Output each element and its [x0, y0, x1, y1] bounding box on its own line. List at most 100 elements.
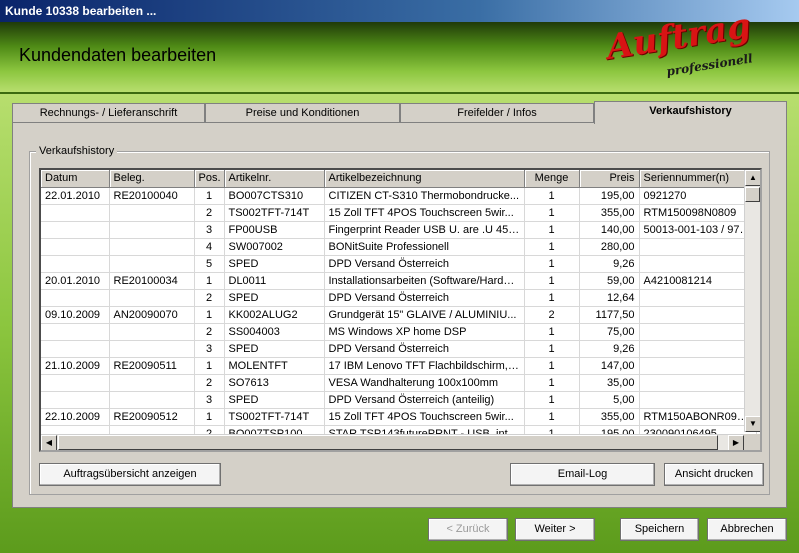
scroll-down-icon[interactable]: ▼	[745, 416, 760, 432]
cell-article-desc: BONitSuite Professionell	[324, 238, 525, 256]
tab-prices-conditions[interactable]: Preise und Konditionen	[205, 103, 400, 123]
table-row[interactable]: 21.10.2009 RE20090511 1 MOLENTFT 17 IBM Leno…	[41, 357, 757, 375]
sales-history-grid[interactable]: Datum Beleg. Pos. Artikelnr. Artikelbeze…	[39, 168, 762, 452]
cell-position: 5	[194, 255, 225, 273]
cell-price: 280,00	[579, 238, 640, 256]
cell-article-no: SW007002	[224, 238, 325, 256]
vertical-scrollbar[interactable]: ▲ ▼	[744, 170, 760, 432]
sales-history-group: Verkaufshistory Datum Beleg. Pos. Artike…	[29, 145, 770, 495]
cell-article-desc: 17 IBM Lenovo TFT Flachbildschirm, ...	[324, 357, 525, 375]
table-row[interactable]: 3 SPED DPD Versand Österreich 1 9,26	[41, 340, 757, 358]
table-row[interactable]: 20.01.2010 RE20100034 1 DL0011 Installations…	[41, 272, 757, 290]
table-row[interactable]: 2 SS004003 MS Windows XP home DSP 1 75,00	[41, 323, 757, 341]
col-header-position[interactable]: Pos.	[194, 170, 225, 188]
cell-serial: 50013-001-103 / 9700	[639, 221, 757, 239]
cell-date: 09.10.2009	[41, 306, 110, 324]
cell-price: 5,00	[579, 391, 640, 409]
table-row[interactable]: 3 SPED DPD Versand Österreich (anteilig) 1 5…	[41, 391, 757, 409]
cell-position: 2	[194, 323, 225, 341]
horizontal-scrollbar[interactable]: ◀ ▶	[41, 434, 744, 450]
cell-document: RE20090512	[109, 408, 195, 426]
cell-price: 140,00	[579, 221, 640, 239]
cell-price: 1177,50	[579, 306, 640, 324]
cell-article-no: MOLENTFT	[224, 357, 325, 375]
col-header-quantity[interactable]: Menge	[524, 170, 580, 188]
table-row[interactable]: 09.10.2009 AN20090070 1 KK002ALUG2 Grundgerä…	[41, 306, 757, 324]
col-header-serial[interactable]: Seriennummer(n)	[639, 170, 757, 188]
cell-document	[109, 289, 195, 307]
cell-article-desc: 15 Zoll TFT 4POS Touchscreen 5wir...	[324, 204, 525, 222]
tab-custom-fields[interactable]: Freifelder / Infos	[400, 103, 594, 123]
cell-article-desc: Grundgerät 15" GLAIVE / ALUMINIU...	[324, 306, 525, 324]
cell-article-no: DL0011	[224, 272, 325, 290]
cell-price: 147,00	[579, 357, 640, 375]
back-button[interactable]: < Zurück	[428, 518, 508, 541]
cell-quantity: 1	[524, 255, 580, 273]
tab-sales-history[interactable]: Verkaufshistory	[594, 101, 787, 124]
col-header-document[interactable]: Beleg.	[109, 170, 195, 188]
cell-position: 2	[194, 374, 225, 392]
cell-article-no: KK002ALUG2	[224, 306, 325, 324]
group-label: Verkaufshistory	[36, 145, 118, 157]
table-row[interactable]: 4 SW007002 BONitSuite Professionell 1 280,00	[41, 238, 757, 256]
table-row[interactable]: 22.01.2010 RE20100040 1 BO007CTS310 CITIZEN …	[41, 187, 757, 205]
cell-quantity: 1	[524, 340, 580, 358]
cell-article-desc: CITIZEN CT-S310 Thermobondrucke...	[324, 187, 525, 205]
cell-date: 22.10.2009	[41, 408, 110, 426]
scroll-corner	[744, 434, 760, 450]
col-header-article-no[interactable]: Artikelnr.	[224, 170, 325, 188]
table-row[interactable]: 5 SPED DPD Versand Österreich 1 9,26	[41, 255, 757, 273]
cell-document	[109, 323, 195, 341]
col-header-price[interactable]: Preis	[579, 170, 640, 188]
table-row[interactable]: 2 SPED DPD Versand Österreich 1 12,64	[41, 289, 757, 307]
cell-price: 59,00	[579, 272, 640, 290]
horizontal-scroll-thumb[interactable]	[58, 435, 718, 450]
print-view-button[interactable]: Ansicht drucken	[664, 463, 764, 486]
history-table: Datum Beleg. Pos. Artikelnr. Artikelbeze…	[41, 170, 757, 443]
scroll-left-icon[interactable]: ◀	[41, 435, 57, 450]
cell-price: 355,00	[579, 408, 640, 426]
table-row[interactable]: 2 TS002TFT-714T 15 Zoll TFT 4POS Touchscre…	[41, 204, 757, 222]
cell-article-desc: Installationsarbeiten (Software/Hardw...	[324, 272, 525, 290]
col-header-article-desc[interactable]: Artikelbezeichnung	[324, 170, 525, 188]
cell-date	[41, 340, 110, 358]
cell-quantity: 1	[524, 221, 580, 239]
cell-article-desc: DPD Versand Österreich	[324, 255, 525, 273]
cell-document: RE20100034	[109, 272, 195, 290]
cell-document	[109, 340, 195, 358]
tab-billing-address[interactable]: Rechnungs- / Lieferanschrift	[12, 103, 205, 123]
next-button[interactable]: Weiter >	[515, 518, 595, 541]
scroll-right-icon[interactable]: ▶	[728, 435, 744, 450]
table-row[interactable]: 22.10.2009 RE20090512 1 TS002TFT-714T 15 Zol…	[41, 408, 757, 426]
cell-date	[41, 323, 110, 341]
table-row[interactable]: 2 SO7613 VESA Wandhalterung 100x100mm 1 35,0…	[41, 374, 757, 392]
cell-quantity: 1	[524, 187, 580, 205]
cell-position: 2	[194, 289, 225, 307]
order-overview-button[interactable]: Auftragsübersicht anzeigen	[39, 463, 221, 486]
cell-quantity: 1	[524, 391, 580, 409]
cell-date	[41, 289, 110, 307]
scroll-up-icon[interactable]: ▲	[745, 170, 760, 186]
vertical-scroll-thumb[interactable]	[745, 187, 760, 202]
col-header-date[interactable]: Datum	[41, 170, 110, 188]
cell-serial	[639, 238, 757, 256]
cell-date	[41, 238, 110, 256]
table-header-row: Datum Beleg. Pos. Artikelnr. Artikelbeze…	[41, 170, 757, 188]
cell-serial	[639, 357, 757, 375]
cell-article-no: TS002TFT-714T	[224, 204, 325, 222]
tab-panel: Verkaufshistory Datum Beleg. Pos. Artike…	[12, 122, 787, 508]
cell-article-no: SPED	[224, 289, 325, 307]
cell-quantity: 1	[524, 323, 580, 341]
cell-serial	[639, 289, 757, 307]
table-row[interactable]: 3 FP00USB Fingerprint Reader USB U. are .U…	[41, 221, 757, 239]
cell-position: 3	[194, 340, 225, 358]
cancel-button[interactable]: Abbrechen	[707, 518, 787, 541]
cell-price: 75,00	[579, 323, 640, 341]
cell-article-desc: VESA Wandhalterung 100x100mm	[324, 374, 525, 392]
cell-date: 20.01.2010	[41, 272, 110, 290]
email-log-button[interactable]: Email-Log	[510, 463, 655, 486]
cell-document: RE20100040	[109, 187, 195, 205]
save-button[interactable]: Speichern	[620, 518, 699, 541]
cell-article-desc: MS Windows XP home DSP	[324, 323, 525, 341]
cell-quantity: 2	[524, 306, 580, 324]
